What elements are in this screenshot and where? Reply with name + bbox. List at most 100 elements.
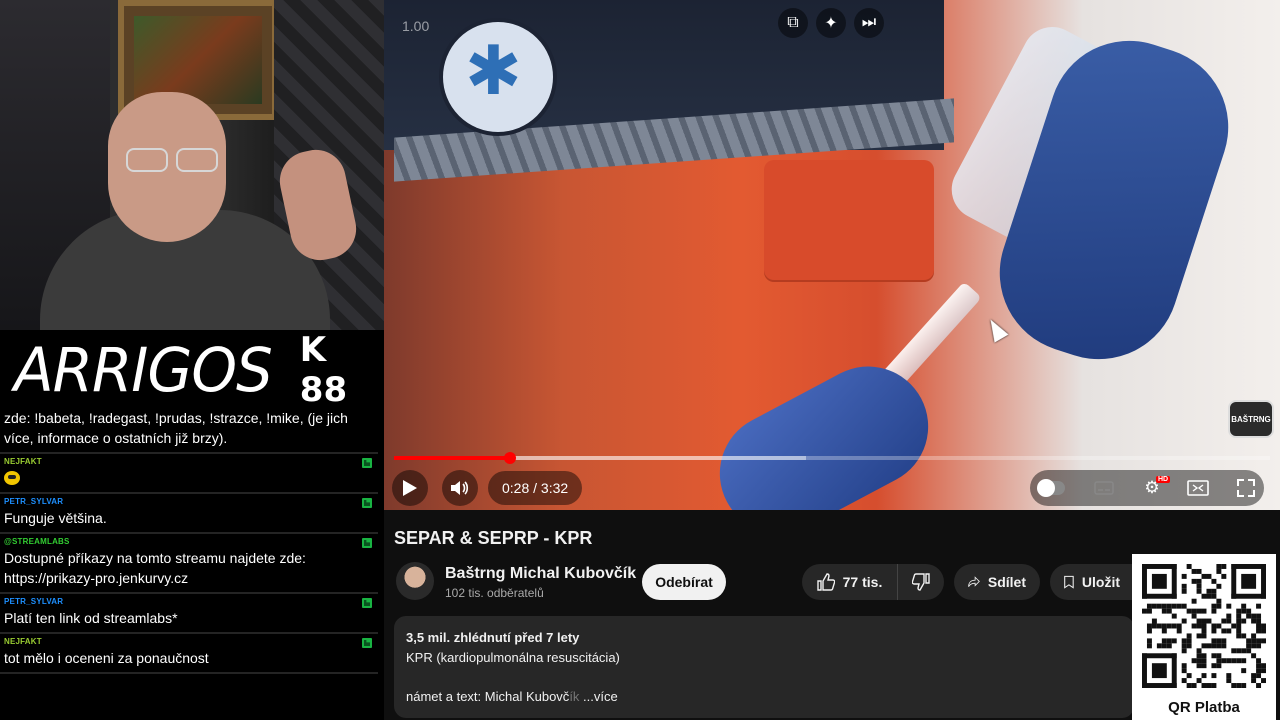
qr-module bbox=[1206, 618, 1212, 624]
qr-module bbox=[1216, 568, 1222, 574]
qr-module bbox=[1176, 623, 1182, 629]
qr-module bbox=[1236, 613, 1242, 619]
chat-author[interactable]: PETR_SYLVAR bbox=[4, 496, 374, 508]
progress-scrubber-handle[interactable] bbox=[503, 452, 516, 464]
qr-module bbox=[1146, 608, 1152, 614]
playback-speed-label: 1.00 bbox=[402, 18, 430, 34]
qr-module bbox=[1261, 678, 1266, 684]
qr-module bbox=[1251, 613, 1257, 619]
qr-module bbox=[1146, 638, 1152, 644]
qr-module bbox=[1261, 638, 1266, 644]
qr-module bbox=[1226, 603, 1232, 609]
share-icon bbox=[968, 576, 980, 587]
qr-module bbox=[1216, 643, 1222, 649]
like-button[interactable]: 77 tis. bbox=[802, 564, 898, 600]
qr-module bbox=[1201, 608, 1207, 614]
subtitles-button[interactable] bbox=[1086, 470, 1122, 506]
qr-module bbox=[1256, 683, 1262, 688]
channel-name[interactable]: Baštrng Michal Kubovčík bbox=[445, 565, 636, 583]
chat-message: NEJFAKT tot mělo i oceneni za ponaučnost bbox=[0, 634, 378, 674]
qr-module bbox=[1191, 608, 1197, 614]
description-box[interactable]: 3,5 mil. zhlédnutí před 7 lety KPR (kard… bbox=[394, 616, 1134, 718]
qr-module bbox=[1221, 643, 1227, 649]
chat-message-text: tot mělo i oceneni za ponaučnost bbox=[4, 650, 209, 666]
qr-module bbox=[1211, 643, 1217, 649]
save-button[interactable]: Uložit bbox=[1050, 564, 1134, 600]
qr-module bbox=[1196, 623, 1202, 629]
qr-module bbox=[1196, 648, 1202, 654]
subscribe-button[interactable]: Odebírat bbox=[642, 564, 726, 600]
qr-module bbox=[1261, 663, 1266, 669]
time-display: 0:28 / 3:32 bbox=[488, 471, 583, 505]
qr-module bbox=[1181, 643, 1187, 649]
qr-module bbox=[1166, 623, 1172, 629]
qr-module bbox=[1181, 668, 1187, 674]
qr-module bbox=[1226, 628, 1232, 634]
qr-module bbox=[1201, 653, 1207, 659]
qr-module bbox=[1181, 648, 1187, 654]
autoplay-toggle[interactable] bbox=[1034, 470, 1070, 506]
qr-module bbox=[1166, 643, 1172, 649]
sparkle-icon[interactable]: ✦ bbox=[816, 8, 846, 38]
qr-module bbox=[1186, 564, 1192, 569]
qr-module bbox=[1161, 638, 1167, 644]
qr-module bbox=[1196, 583, 1202, 589]
qr-module bbox=[1211, 588, 1217, 594]
qr-module bbox=[1151, 618, 1157, 624]
qr-module bbox=[1196, 633, 1202, 639]
qr-module bbox=[1246, 648, 1252, 654]
qr-module bbox=[1241, 603, 1247, 609]
progress-bar[interactable] bbox=[394, 452, 1270, 464]
qr-module bbox=[1251, 678, 1257, 684]
qr-payment-widget: QR Platba bbox=[1132, 554, 1276, 720]
qr-module bbox=[1196, 653, 1202, 659]
qr-module bbox=[1221, 573, 1227, 579]
chat-author[interactable]: PETR_SYLVAR bbox=[4, 596, 374, 608]
video-player[interactable]: 1.00 ⧉ ✦ ⏭ BAŠTRNG 0:28 / 3:32 ⚙HD bbox=[384, 0, 1280, 510]
volume-button[interactable] bbox=[442, 470, 478, 506]
qr-module bbox=[1241, 668, 1247, 674]
qr-module bbox=[1226, 613, 1232, 619]
avatar[interactable] bbox=[396, 562, 434, 600]
chat-badge-icon bbox=[362, 458, 372, 468]
qr-module bbox=[1216, 603, 1222, 609]
qr-module bbox=[1191, 623, 1197, 629]
chat-message-text: Funguje většina. bbox=[4, 510, 107, 526]
play-button[interactable] bbox=[392, 470, 428, 506]
qr-module bbox=[1241, 618, 1247, 624]
qr-module bbox=[1226, 673, 1232, 679]
miniplayer-icon[interactable]: ⧉ bbox=[778, 8, 808, 38]
fullscreen-icon bbox=[1237, 479, 1255, 497]
qr-module bbox=[1161, 608, 1167, 614]
show-more-link[interactable]: ...více bbox=[579, 689, 618, 704]
chat-author[interactable]: NEJFAKT bbox=[4, 456, 374, 468]
thumbs-up-icon bbox=[816, 573, 835, 591]
qr-module bbox=[1246, 643, 1252, 649]
play-icon bbox=[403, 480, 417, 496]
qr-module bbox=[1186, 633, 1192, 639]
share-button[interactable]: Sdílet bbox=[954, 564, 1040, 600]
channel-watermark[interactable]: BAŠTRNG bbox=[1228, 400, 1274, 438]
qr-finder bbox=[1171, 653, 1177, 688]
theater-mode-button[interactable] bbox=[1180, 470, 1216, 506]
chat-author[interactable]: @STREAMLABS bbox=[4, 536, 374, 548]
qr-module bbox=[1216, 583, 1222, 589]
chat-author[interactable]: NEJFAKT bbox=[4, 636, 374, 648]
qr-module bbox=[1246, 613, 1252, 619]
fullscreen-button[interactable] bbox=[1228, 470, 1264, 506]
qr-module bbox=[1236, 618, 1242, 624]
qr-module bbox=[1171, 623, 1177, 629]
dislike-button[interactable] bbox=[898, 564, 944, 600]
qr-module bbox=[1146, 623, 1152, 629]
like-count: 77 tis. bbox=[842, 574, 883, 590]
qr-module bbox=[1181, 573, 1187, 579]
skip-next-icon[interactable]: ⏭ bbox=[854, 8, 884, 38]
qr-module bbox=[1241, 608, 1247, 614]
qr-module bbox=[1206, 573, 1212, 579]
settings-button[interactable]: ⚙ HD bbox=[1134, 470, 1171, 506]
qr-module bbox=[1191, 568, 1197, 574]
qr-module bbox=[1211, 593, 1217, 599]
qr-finder bbox=[1261, 564, 1266, 599]
qr-module bbox=[1261, 668, 1266, 674]
save-label: Uložit bbox=[1081, 574, 1120, 590]
